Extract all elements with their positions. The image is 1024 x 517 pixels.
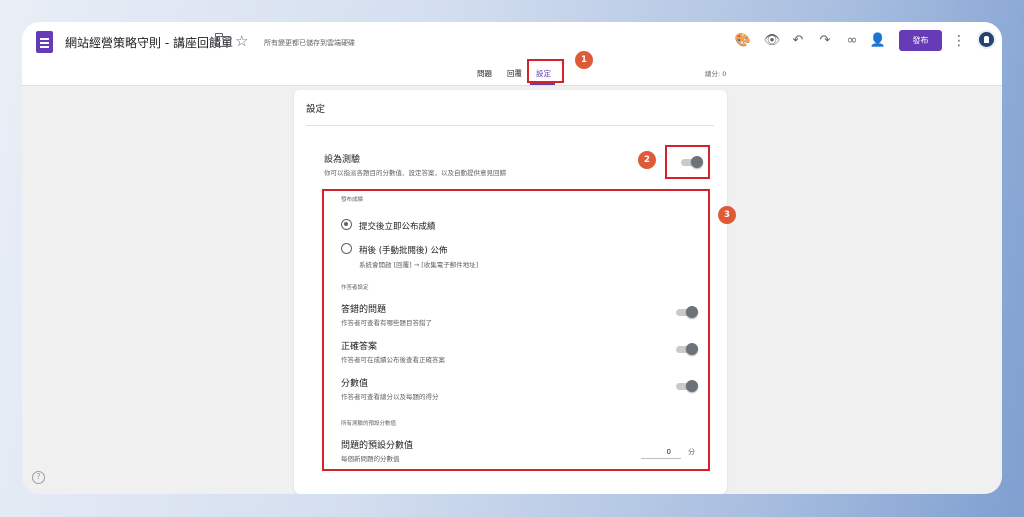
- total-points: 總分: 0: [705, 70, 727, 78]
- forms-icon[interactable]: [36, 31, 53, 53]
- highlight-box-quiz-toggle: [665, 145, 710, 179]
- folder-icon[interactable]: [215, 33, 231, 47]
- divider: [306, 125, 714, 126]
- quiz-toggle-title: 設為測驗: [324, 155, 361, 165]
- tab-questions[interactable]: 問題: [477, 68, 492, 79]
- undo-icon[interactable]: ↶: [788, 31, 808, 51]
- quiz-toggle-description: 你可以指派各題目的分數值、設定答案，以及自動提供意見回饋: [324, 169, 506, 177]
- step-marker-3: 3: [718, 206, 736, 224]
- help-icon[interactable]: ?: [32, 471, 45, 484]
- redo-icon[interactable]: ↷: [815, 31, 835, 51]
- link-icon[interactable]: ∞: [842, 31, 862, 51]
- eye-icon[interactable]: 👁: [762, 31, 782, 51]
- top-bar: 網站經營策略守則 - 講座回饋單 ☆ 所有變更都已儲存到雲端硬碟 🎨 👁 ↶ ↷…: [22, 22, 1002, 86]
- more-vert-icon[interactable]: ⋮: [952, 31, 966, 51]
- document-title[interactable]: 網站經營策略守則 - 講座回饋單: [65, 34, 233, 51]
- step-marker-2: 2: [638, 151, 656, 169]
- highlight-box-settings-tab: [527, 59, 564, 83]
- forms-window: 網站經營策略守則 - 講座回饋單 ☆ 所有變更都已儲存到雲端硬碟 🎨 👁 ↶ ↷…: [22, 22, 1002, 494]
- palette-icon[interactable]: 🎨: [733, 31, 753, 51]
- star-icon[interactable]: ☆: [235, 31, 248, 51]
- avatar[interactable]: [977, 30, 996, 49]
- tab-responses[interactable]: 回覆: [507, 68, 522, 79]
- save-status: 所有變更都已儲存到雲端硬碟: [264, 39, 355, 47]
- add-person-icon[interactable]: 👤: [868, 31, 888, 51]
- step-marker-1: 1: [575, 51, 593, 69]
- settings-heading: 設定: [306, 104, 326, 115]
- highlight-box-quiz-options: [322, 189, 710, 471]
- publish-button[interactable]: 發布: [899, 30, 942, 51]
